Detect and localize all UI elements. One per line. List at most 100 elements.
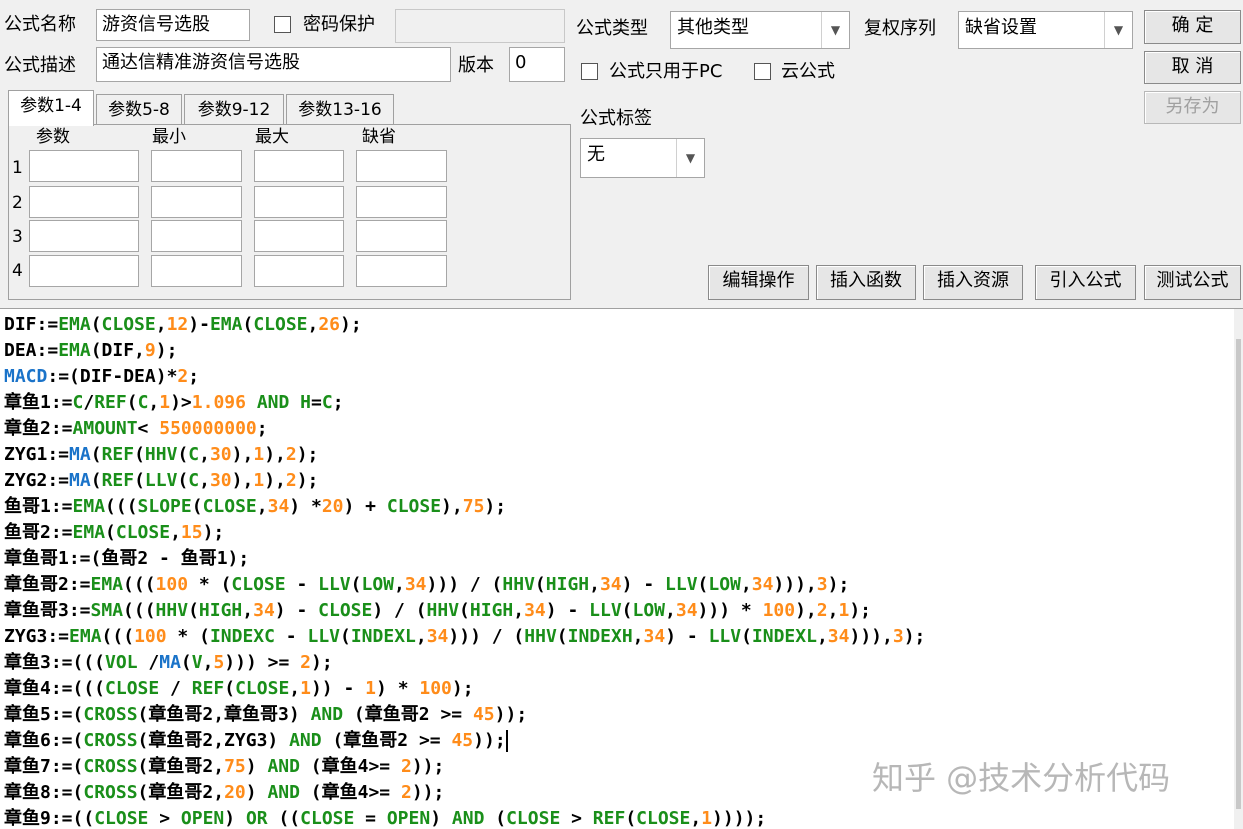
code-token: 100 — [155, 574, 189, 595]
ok-button[interactable]: 确 定 — [1144, 10, 1241, 44]
tab-params-13-16[interactable]: 参数13-16 — [286, 94, 394, 126]
code-line[interactable]: 章鱼哥3:=SMA(((HHV(HIGH,34) - CLOSE) / (HHV… — [4, 598, 925, 624]
code-token: 1 — [300, 678, 311, 699]
code-token: 章鱼2:= — [4, 418, 73, 439]
cancel-button[interactable]: 取 消 — [1144, 51, 1241, 84]
code-line[interactable]: 章鱼6:=(CROSS(章鱼哥2,ZYG3) AND (章鱼哥2 >= 45))… — [4, 728, 925, 754]
code-token: ) — [245, 756, 268, 777]
code-line[interactable]: 章鱼4:=(((CLOSE / REF(CLOSE,1)) - 1) * 100… — [4, 676, 925, 702]
edit-ops-button[interactable]: 编辑操作 — [708, 265, 809, 300]
code-line[interactable]: 鱼哥1:=EMA(((SLOPE(CLOSE,34) *20) + CLOSE)… — [4, 494, 925, 520]
code-token: AND — [267, 756, 300, 777]
formula-type-select[interactable]: 其他类型 ▼ — [670, 11, 850, 49]
tab-params-1-4[interactable]: 参数1-4 — [8, 90, 94, 126]
code-token: C — [188, 470, 200, 491]
param-row-number: 1 — [12, 158, 23, 178]
code-line[interactable]: ZYG1:=MA(REF(HHV(C,30),1),2); — [4, 442, 925, 468]
formula-name-input[interactable]: 游资信号选股 — [96, 9, 250, 41]
code-line[interactable]: 章鱼5:=(CROSS(章鱼哥2,章鱼哥3) AND (章鱼哥2 >= 45))… — [4, 702, 925, 728]
param-min-input[interactable] — [151, 220, 242, 252]
param-name-input[interactable] — [29, 220, 139, 252]
code-token: AND — [289, 730, 322, 751]
code-token: CLOSE — [300, 808, 355, 829]
code-token: )); — [411, 782, 445, 803]
code-line[interactable]: DIF:=EMA(CLOSE,12)-EMA(CLOSE,26); — [4, 312, 925, 338]
tab-params-9-12[interactable]: 参数9-12 — [184, 94, 284, 126]
code-line[interactable]: 章鱼1:=C/REF(C,1)>1.096 AND H=C; — [4, 390, 925, 416]
code-token: - — [285, 574, 319, 595]
password-checkbox[interactable] — [274, 16, 291, 33]
param-max-input[interactable] — [254, 186, 344, 218]
param-default-input[interactable] — [356, 186, 447, 218]
scrollbar-thumb[interactable] — [1236, 339, 1241, 809]
formula-desc-input[interactable]: 通达信精准游资信号选股 — [96, 47, 451, 82]
param-min-input[interactable] — [151, 150, 242, 182]
insert-function-button[interactable]: 插入函数 — [816, 265, 916, 300]
param-min-input[interactable] — [151, 186, 242, 218]
param-max-input[interactable] — [254, 255, 344, 287]
code-token: 鱼哥1:= — [4, 496, 73, 517]
param-max-input[interactable] — [254, 150, 344, 182]
code-token: ( — [90, 470, 102, 491]
param-min-input[interactable] — [151, 255, 242, 287]
param-max-input[interactable] — [254, 220, 344, 252]
tag-select[interactable]: 无 ▼ — [580, 138, 705, 178]
code-token: ((( — [123, 600, 156, 621]
param-default-input[interactable] — [356, 220, 447, 252]
code-token: 9 — [144, 340, 156, 361]
insert-resource-button[interactable]: 插入资源 — [923, 265, 1023, 300]
param-name-input[interactable] — [29, 255, 139, 287]
code-line[interactable]: DEA:=EMA(DIF,9); — [4, 338, 925, 364]
code-line[interactable]: 章鱼8:=(CROSS(章鱼哥2,20) AND (章鱼4>= 2)); — [4, 780, 925, 806]
code-token: )); — [473, 730, 506, 751]
code-token: ) — [430, 808, 452, 829]
code-token: ); — [827, 574, 850, 595]
code-line[interactable]: 章鱼3:=(((VOL /MA(V,5))) >= 2); — [4, 650, 925, 676]
code-token: ))) — [697, 600, 731, 621]
pc-only-checkbox[interactable] — [581, 63, 598, 80]
param-default-input[interactable] — [356, 255, 447, 287]
code-token: 章鱼哥3:= — [4, 600, 91, 621]
code-token: , — [394, 574, 405, 595]
rights-select[interactable]: 缺省设置 ▼ — [958, 11, 1133, 49]
code-token: REF — [101, 470, 135, 491]
param-name-input[interactable] — [29, 150, 139, 182]
code-token: INDEXC — [209, 626, 275, 647]
param-name-input[interactable] — [29, 186, 139, 218]
vertical-scrollbar[interactable] — [1234, 309, 1243, 829]
code-token: )); — [494, 704, 528, 725]
chevron-down-icon[interactable]: ▼ — [1104, 12, 1132, 48]
code-line[interactable]: MACD:=(DIF-DEA)*2; — [4, 364, 925, 390]
param-default-input[interactable] — [356, 150, 447, 182]
code-token: CLOSE — [231, 574, 286, 595]
tab-params-5-8[interactable]: 参数5-8 — [96, 94, 182, 126]
code-token: INDEXH — [567, 626, 633, 647]
code-editor[interactable]: DIF:=EMA(CLOSE,12)-EMA(CLOSE,26); DEA:=EM… — [0, 308, 1243, 829]
version-input[interactable]: 0 — [509, 47, 565, 82]
code-line[interactable]: 章鱼2:=AMOUNT< 550000000; — [4, 416, 925, 442]
code-token: REF — [191, 678, 225, 699]
code-line[interactable]: 章鱼9:=((CLOSE > OPEN) OR ((CLOSE = OPEN) … — [4, 806, 925, 829]
cloud-checkbox[interactable] — [754, 63, 771, 80]
code-line[interactable]: 章鱼哥2:=EMA(((100 * (CLOSE - LLV(LOW,34)))… — [4, 572, 925, 598]
code-line[interactable]: 章鱼哥1:=(鱼哥2 - 鱼哥1); — [4, 546, 925, 572]
chevron-down-icon[interactable]: ▼ — [676, 139, 704, 177]
code-token: CROSS — [83, 704, 138, 725]
code-token: , — [827, 600, 839, 621]
code-token: EMA — [69, 626, 102, 647]
code-token: ((( — [105, 496, 138, 517]
code-token: ; — [188, 366, 200, 387]
code-token: C — [321, 392, 333, 413]
code-line[interactable]: 鱼哥2:=EMA(CLOSE,15); — [4, 520, 925, 546]
chevron-down-icon[interactable]: ▼ — [821, 12, 849, 48]
code-token: EMA — [209, 314, 243, 335]
code-line[interactable]: ZYG2:=MA(REF(LLV(C,30),1),2); — [4, 468, 925, 494]
import-formula-button[interactable]: 引入公式 — [1035, 265, 1136, 300]
test-formula-button[interactable]: 测试公式 — [1144, 265, 1241, 300]
code-line[interactable]: 章鱼7:=(CROSS(章鱼哥2,75) AND (章鱼4>= 2)); — [4, 754, 925, 780]
code-content[interactable]: DIF:=EMA(CLOSE,12)-EMA(CLOSE,26); DEA:=EM… — [4, 312, 925, 829]
code-line[interactable]: ZYG3:=EMA(((100 * (INDEXC - LLV(INDEXL,3… — [4, 624, 925, 650]
code-token: ((( — [123, 574, 156, 595]
code-token: / — [159, 678, 192, 699]
